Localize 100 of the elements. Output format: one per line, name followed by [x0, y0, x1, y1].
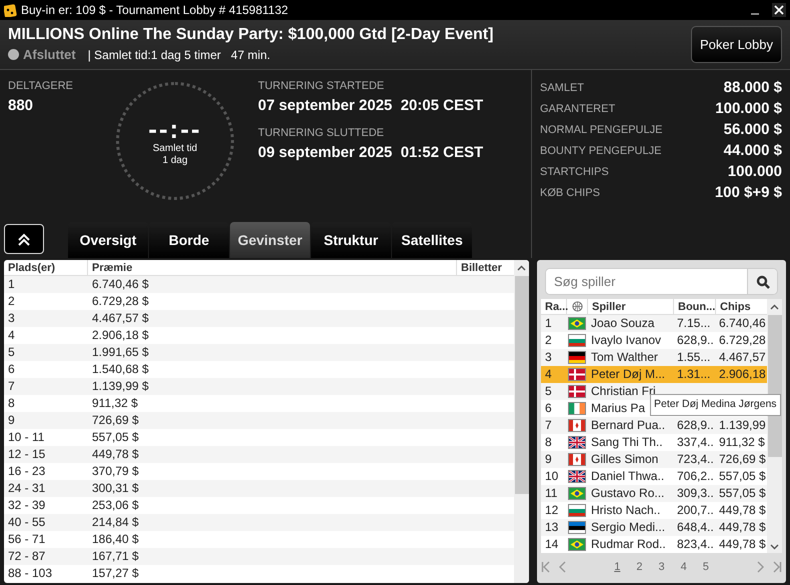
stat-value: 44.000 $ — [724, 141, 782, 162]
table-cell-text: 10 - 11 — [7, 429, 46, 446]
entrants-label: DELTAGERE — [8, 79, 74, 94]
stat-value: 88.000 $ — [724, 78, 782, 98]
table-cell-text: 3 — [7, 310, 16, 327]
table-cell-text: 88 - 103 — [7, 565, 54, 582]
end-date: 09 september 2025 01:52 CEST — [258, 142, 484, 162]
table-cell-text: 8 — [7, 395, 16, 412]
table-cell-text: 9 — [7, 412, 16, 429]
table-cell-text: 24 - 31 — [7, 480, 46, 497]
table-cell: 14 — [545, 537, 558, 551]
end-label: TURNERING SLUTTEDE — [258, 126, 385, 141]
table-cell: 309,3.. — [677, 486, 714, 500]
clock-label: Samlet tid — [152, 143, 198, 155]
table-cell-text: 1.991,65 $ — [91, 344, 149, 361]
table-cell: 628,9.. — [677, 418, 714, 432]
table-cell-text: 449,78 $ — [91, 446, 139, 463]
table-cell: Peter Døj M... — [591, 367, 666, 381]
stat-label: GARANTERET — [540, 102, 616, 118]
column-header: Spiller — [587, 299, 673, 314]
table-cell-text: 12 - 15 — [7, 446, 46, 463]
table-cell: Sergio Medi... — [591, 520, 666, 534]
table-cell-text: 4.467,57 $ — [91, 310, 149, 327]
table-cell: 823,4.. — [677, 537, 714, 551]
table-cell: 2.906,18 — [719, 367, 766, 381]
stat-value: 100 $+9 $ — [714, 183, 782, 204]
stat-label: KØB CHIPS — [540, 186, 600, 202]
table-cell: Joao Souza — [591, 316, 654, 330]
table-cell: 449,78 $ — [719, 520, 766, 534]
table-cell: 9 — [545, 452, 552, 466]
table-cell: 6.729,28 — [719, 333, 766, 347]
table-cell-text: 186,40 $ — [91, 531, 139, 548]
table-cell: 200,7.. — [677, 503, 714, 517]
table-cell-text: 911,32 $ — [91, 395, 138, 412]
table-cell: Gustavo Ro... — [591, 486, 664, 500]
table-cell-text: 167,71 $ — [91, 548, 139, 565]
table-cell-text: 6 — [7, 361, 16, 378]
total-time: | Samlet tid:1 dag 5 timer 47 min. — [88, 46, 270, 64]
table-cell: Rudmar Rod.. — [591, 537, 666, 551]
stat-label: NORMAL PENGEPULJE — [540, 123, 662, 138]
table-cell-text: 7 — [7, 378, 16, 395]
table-cell-text: 40 - 55 — [7, 514, 46, 531]
status-text: Afsluttet — [23, 46, 76, 64]
stat-value: 56.000 $ — [724, 120, 782, 140]
table-cell: 911,32 $ — [719, 435, 765, 449]
table-cell: Ivaylo Ivanov — [591, 333, 662, 347]
table-cell-text: 5 — [7, 344, 16, 361]
table-cell-text: 157,27 $ — [91, 565, 139, 582]
column-header: Boun... — [673, 299, 715, 314]
table-cell-text: 1 — [7, 276, 16, 293]
table-cell: 1.139,99 — [719, 418, 766, 432]
table-cell-text: 32 - 39 — [7, 497, 46, 514]
column-header: Ra... — [541, 299, 567, 314]
table-cell-text: 2 — [7, 293, 16, 310]
table-cell-text: 56 - 71 — [7, 531, 46, 548]
table-cell: 723,4.. — [677, 452, 714, 466]
table-cell-text: 2.906,18 $ — [91, 327, 149, 344]
tournament-title: MILLIONS Online The Sunday Party: $100,000 Gtd [2-Day Event] — [8, 24, 494, 45]
table-cell: Sang Thi Th.. — [591, 435, 663, 449]
stat-value: 100.000 $ — [715, 99, 782, 120]
stat-label: STARTCHIPS — [540, 165, 609, 180]
stat-value: 100.000 — [728, 162, 782, 182]
table-cell: 1.31... — [677, 367, 710, 381]
table-cell: 6.740,46 — [719, 316, 766, 330]
table-cell: 7 — [545, 418, 552, 432]
table-cell-text: 214,84 $ — [91, 514, 139, 531]
table-cell: Hristo Nach.. — [591, 503, 660, 517]
column-header: Præmie — [91, 261, 134, 275]
table-cell-text: 6.729,28 $ — [91, 293, 149, 310]
stat-label: BOUNTY PENGEPULJE — [540, 144, 662, 160]
table-cell-text: 1.540,68 $ — [91, 361, 149, 378]
table-cell: 4 — [545, 367, 552, 381]
table-cell-text: 4 — [7, 327, 16, 344]
table-cell: 648,4.. — [677, 520, 714, 534]
table-cell: 726,69 $ — [719, 452, 766, 466]
table-cell: 706,2.. — [677, 469, 714, 483]
table-cell: 449,78 $ — [719, 503, 766, 517]
table-cell-text: 1.139,99 $ — [91, 378, 149, 395]
table-cell-text: 557,05 $ — [91, 429, 139, 446]
table-cell-text: 253,06 $ — [91, 497, 139, 514]
table-cell: 4.467,57 — [719, 350, 766, 364]
table-cell: 2 — [545, 333, 552, 347]
table-cell: 337,4.. — [677, 435, 714, 449]
table-cell: Daniel Thwa.. — [591, 469, 664, 483]
table-cell: 11 — [545, 486, 558, 500]
start-date: 07 september 2025 20:05 CEST — [258, 96, 484, 116]
tooltip: Peter Døj Medina Jørgens — [650, 394, 781, 416]
table-cell: 6 — [545, 401, 552, 415]
table-cell-text: 6.740,46 $ — [91, 276, 149, 293]
window-title: Buy-in er: 109 $ - Tournament Lobby # 415981132 — [21, 2, 288, 19]
table-cell-text: 370,79 $ — [91, 463, 139, 480]
table-cell: 13 — [545, 520, 558, 534]
table-cell: 3 — [545, 350, 552, 364]
table-cell: 5 — [545, 384, 552, 398]
table-cell-text: 16 - 23 — [7, 463, 46, 480]
table-cell: 557,05 $ — [719, 486, 766, 500]
start-label: TURNERING STARTEDE — [258, 79, 386, 94]
table-cell: Marius Pa — [591, 401, 646, 415]
stat-label: SAMLET — [540, 81, 584, 96]
table-cell: 7.15... — [677, 316, 710, 330]
